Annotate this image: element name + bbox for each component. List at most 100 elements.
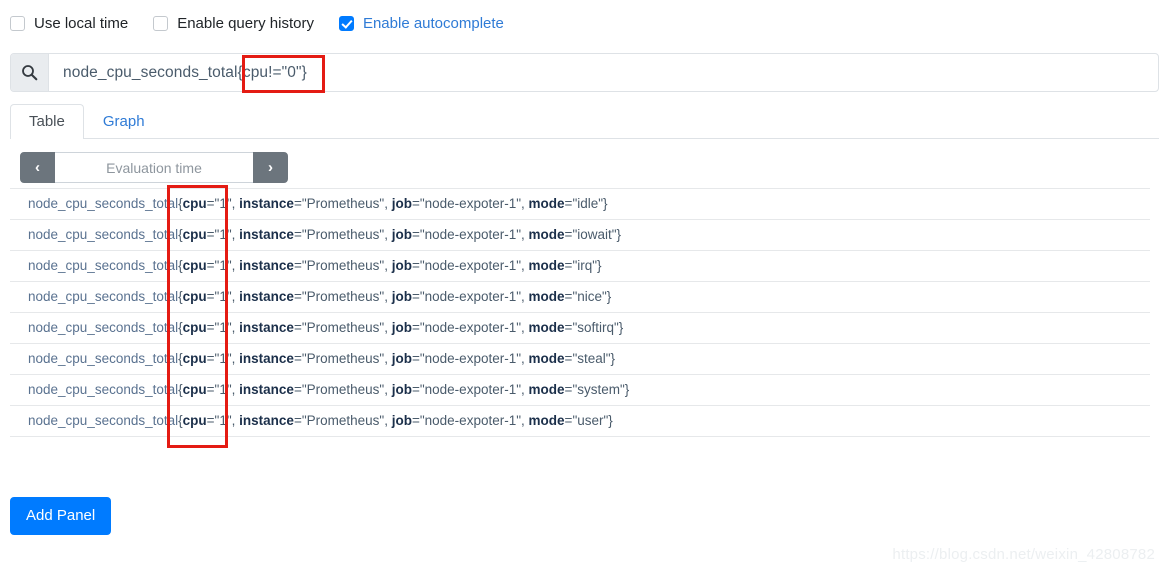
label-value: "1" [214, 289, 232, 304]
label-separator: , [521, 289, 529, 304]
evaluation-time-input[interactable] [55, 152, 253, 183]
label-separator: , [521, 227, 529, 242]
label-separator: , [384, 289, 392, 304]
label-key: mode [528, 289, 565, 304]
metric-series-cell: node_cpu_seconds_total{cpu="1", instance… [10, 343, 1150, 375]
label-separator: , [521, 320, 529, 335]
label-value: "node-expoter-1" [419, 196, 522, 211]
search-icon[interactable] [11, 54, 49, 91]
enable-autocomplete-label: Enable autocomplete [362, 14, 504, 32]
label-key: job [391, 196, 412, 211]
close-brace: } [603, 196, 608, 211]
query-input[interactable] [49, 54, 1158, 91]
label-value: "node-expoter-1" [419, 382, 522, 397]
metric-name: node_cpu_seconds_total [28, 320, 179, 335]
label-key: job [391, 320, 412, 335]
label-key: instance [239, 289, 294, 304]
label-value: "1" [214, 351, 232, 366]
label-key: instance [239, 196, 294, 211]
label-key: instance [239, 320, 294, 335]
label-key: cpu [182, 351, 207, 366]
table-row: node_cpu_seconds_total{cpu="1", instance… [10, 250, 1150, 282]
tab-table[interactable]: Table [10, 104, 84, 139]
option-use-local-time[interactable]: Use local time [10, 14, 129, 32]
label-equals: = [293, 196, 302, 211]
metric-name: node_cpu_seconds_total [28, 196, 179, 211]
label-separator: , [384, 351, 392, 366]
table-row: node_cpu_seconds_total{cpu="1", instance… [10, 219, 1150, 251]
label-value: "node-expoter-1" [419, 413, 522, 428]
display-options-row: Use local time Enable query history Enab… [0, 0, 1169, 46]
metric-name: node_cpu_seconds_total [28, 258, 179, 273]
table-row: node_cpu_seconds_total{cpu="1", instance… [10, 312, 1150, 344]
label-separator: , [521, 413, 529, 428]
label-equals: = [293, 413, 302, 428]
label-separator: , [521, 382, 529, 397]
label-equals: = [293, 227, 302, 242]
label-value: "softirq" [572, 320, 619, 335]
label-equals: = [411, 351, 420, 366]
metric-name: node_cpu_seconds_total [28, 289, 179, 304]
label-equals: = [411, 413, 420, 428]
label-equals: = [411, 196, 420, 211]
label-value: "Prometheus" [301, 382, 385, 397]
label-separator: , [521, 196, 529, 211]
enable-autocomplete-checkbox[interactable] [338, 15, 354, 31]
label-equals: = [411, 258, 420, 273]
chevron-left-icon[interactable]: ‹ [20, 152, 55, 183]
label-value: "iowait" [572, 227, 617, 242]
label-key: instance [239, 258, 294, 273]
chevron-right-icon[interactable]: › [253, 152, 288, 183]
label-equals: = [206, 320, 215, 335]
label-key: cpu [182, 289, 207, 304]
table-row: node_cpu_seconds_total{cpu="1", instance… [10, 405, 1150, 437]
option-enable-autocomplete[interactable]: Enable autocomplete [338, 14, 504, 32]
label-key: cpu [182, 320, 207, 335]
label-equals: = [206, 289, 215, 304]
label-separator: , [521, 351, 529, 366]
label-key: mode [528, 258, 565, 273]
label-value: "irq" [572, 258, 598, 273]
query-results-table: node_cpu_seconds_total{cpu="1", instance… [10, 188, 1150, 437]
label-key: cpu [182, 227, 207, 242]
enable-query-history-label: Enable query history [177, 14, 314, 32]
table-row: node_cpu_seconds_total{cpu="1", instance… [10, 374, 1150, 406]
label-equals: = [206, 258, 215, 273]
label-separator: , [384, 320, 392, 335]
add-panel-button[interactable]: Add Panel [10, 497, 112, 535]
label-equals: = [206, 196, 215, 211]
close-brace: } [606, 289, 612, 304]
watermark: https://blog.csdn.net/weixin_42808782 [892, 546, 1155, 563]
label-key: job [391, 351, 412, 366]
label-key: job [391, 289, 412, 304]
label-separator: , [384, 382, 392, 397]
use-local-time-label: Use local time [34, 14, 129, 32]
label-value: "1" [214, 382, 232, 397]
option-enable-query-history[interactable]: Enable query history [153, 14, 314, 32]
label-key: cpu [182, 413, 207, 428]
evaluation-time-control: ‹ › [20, 152, 288, 183]
metric-series-cell: node_cpu_seconds_total{cpu="1", instance… [10, 405, 1150, 437]
label-equals: = [206, 227, 215, 242]
label-equals: = [293, 351, 302, 366]
table-row: node_cpu_seconds_total{cpu="1", instance… [10, 343, 1150, 375]
label-value: "Prometheus" [301, 258, 385, 273]
label-key: mode [528, 320, 565, 335]
label-value: "node-expoter-1" [419, 289, 522, 304]
label-value: "Prometheus" [301, 413, 385, 428]
label-value: "node-expoter-1" [419, 351, 522, 366]
label-value: "nice" [572, 289, 607, 304]
label-value: "idle" [572, 196, 604, 211]
label-value: "steal" [572, 351, 611, 366]
close-brace: } [608, 413, 613, 428]
use-local-time-checkbox[interactable] [10, 15, 25, 31]
label-key: mode [528, 196, 565, 211]
label-value: "system" [572, 382, 625, 397]
tab-graph[interactable]: Graph [84, 104, 164, 139]
label-key: job [391, 413, 412, 428]
enable-query-history-checkbox[interactable] [153, 15, 169, 31]
label-equals: = [206, 351, 215, 366]
label-key: instance [239, 351, 294, 366]
label-equals: = [293, 258, 302, 273]
metric-series-cell: node_cpu_seconds_total{cpu="1", instance… [10, 250, 1150, 282]
